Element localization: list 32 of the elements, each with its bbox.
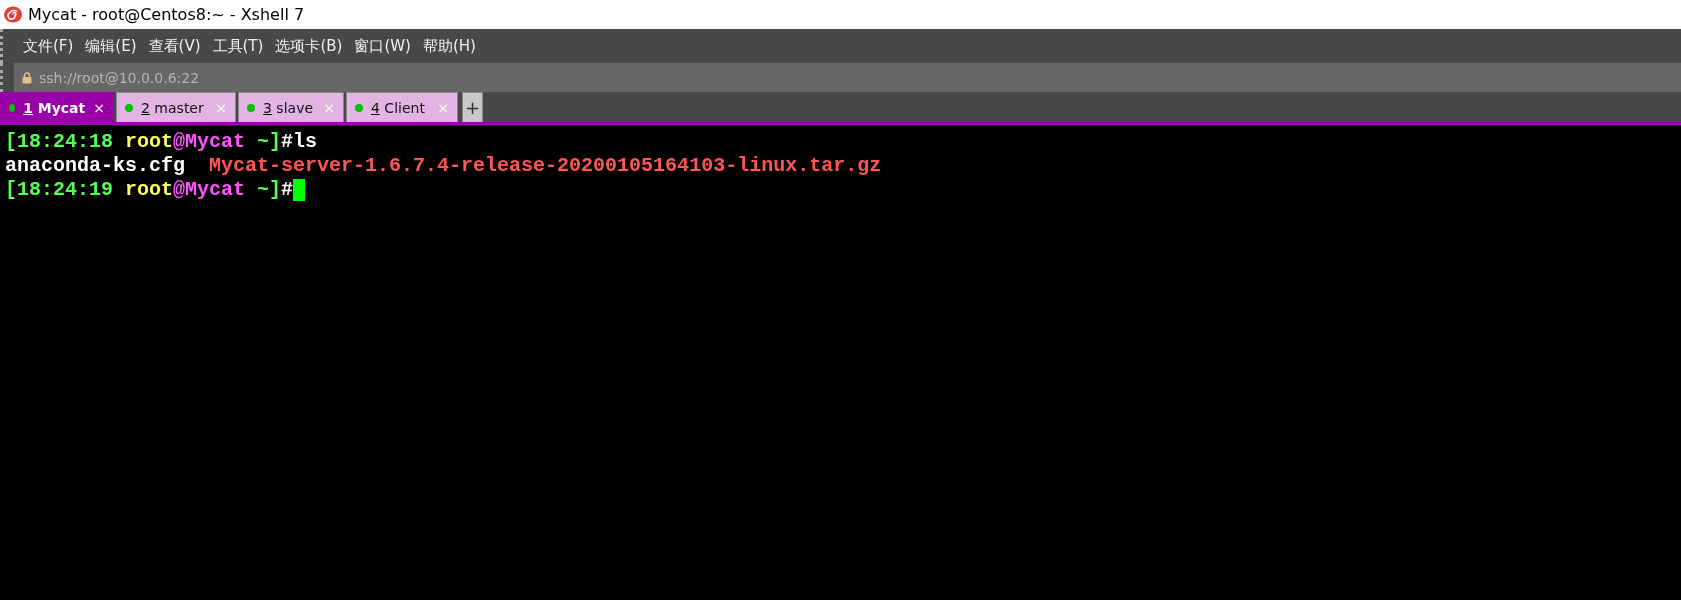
tab-label: 2 master (141, 99, 204, 116)
tab-label: 3 slave (263, 99, 314, 116)
menu-item[interactable]: 查看(V) (142, 36, 207, 56)
terminal-text: Mycat-server-1.6.7.4-release-20200105164103-linux.tar.gz (209, 154, 882, 177)
terminal-text: [18:24:19 (5, 178, 115, 201)
menu-item[interactable]: 选项卡(B) (269, 36, 349, 56)
terminal-text: # (281, 178, 294, 201)
terminal-text: #ls (281, 130, 318, 153)
terminal-text: @Mycat (173, 178, 246, 201)
menu-item[interactable]: 文件(F) (17, 36, 80, 56)
menu-item[interactable]: 窗口(W) (348, 36, 417, 56)
tab[interactable]: 4 Client × (346, 92, 458, 122)
tab[interactable]: 3 slave × (238, 92, 344, 122)
spiral-icon (3, 6, 22, 23)
tab-label: 1 Mycat (23, 99, 86, 116)
tab[interactable]: 2 master × (116, 92, 236, 122)
terminal-text: [18:24:18 (5, 130, 115, 153)
terminal-text: root (125, 178, 174, 201)
tab[interactable]: 1 Mycat × (0, 92, 114, 122)
terminal-text: anaconda-ks.cfg (5, 154, 187, 177)
menu-item[interactable]: 编辑(E) (79, 36, 143, 56)
terminal-text: @Mycat (173, 130, 246, 153)
close-icon[interactable]: × (93, 99, 105, 116)
menu-item[interactable]: 帮助(H) (416, 36, 482, 56)
terminal-text: root (125, 130, 174, 153)
window-title: Mycat - root@Centos8:~ - Xshell 7 (28, 5, 305, 24)
terminal-text: ~] (256, 130, 282, 153)
menu-item[interactable]: 工具(T) (206, 36, 270, 56)
lock-icon (22, 71, 32, 84)
tab-label: 4 Client (371, 99, 425, 116)
new-tab-button[interactable]: + (462, 92, 483, 122)
terminal-text: ~] (256, 178, 282, 201)
